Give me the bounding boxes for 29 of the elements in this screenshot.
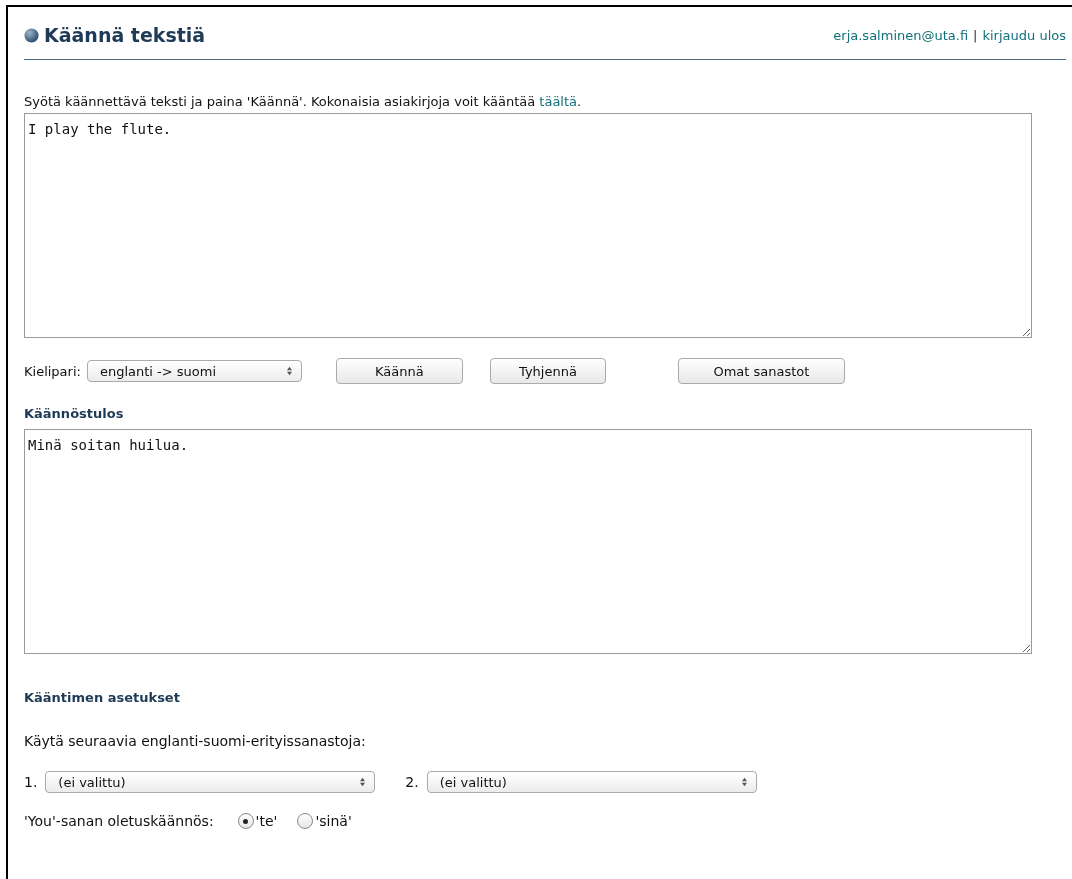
translate-button[interactable]: Käännä bbox=[335, 358, 463, 384]
logout-link[interactable]: kirjaudu ulos bbox=[982, 27, 1066, 43]
clear-button[interactable]: Tyhjennä bbox=[489, 358, 606, 384]
instruction-text: Syötä käännettävä teksti ja paina 'Käännä'. Kokonaisia asiakirjoja voit kääntää täältä. bbox=[24, 93, 583, 110]
radio-label: 'sinä' bbox=[315, 813, 352, 829]
up-down-arrows-icon bbox=[740, 777, 748, 787]
vocabulary-dropdown[interactable]: (ei valittu) bbox=[426, 771, 757, 793]
page-title: Käännä tekstiä bbox=[44, 24, 206, 46]
user-email-link[interactable]: erja.salminen@uta.fi bbox=[833, 27, 969, 43]
language-pair-dropdown[interactable]: englanti -> suomi bbox=[86, 360, 302, 382]
radio-label: 'te' bbox=[255, 813, 278, 829]
vocabularies-button[interactable]: Omat sanastot bbox=[677, 358, 845, 384]
you-translation-label: 'You'-sanan oletuskäännös: bbox=[24, 813, 214, 829]
separator-text: | bbox=[973, 27, 978, 43]
up-down-arrows-icon bbox=[359, 777, 367, 787]
settings-heading: Kääntimen asetukset bbox=[24, 690, 181, 705]
radio-button[interactable] bbox=[297, 813, 314, 829]
source-text-field[interactable]: I play the flute. bbox=[24, 113, 1032, 338]
vocabularies-text: Käytä seuraavia englanti-suomi-erityissanastoja: bbox=[24, 733, 367, 749]
vocabulary-number: 1. bbox=[24, 774, 38, 790]
up-down-arrows-icon bbox=[285, 366, 293, 376]
language-pair-label: Kielipari: bbox=[24, 363, 81, 379]
result-text-field[interactable]: Minä soitan huilua. bbox=[24, 429, 1032, 654]
here-link[interactable]: täältä bbox=[539, 94, 578, 109]
bullet-icon bbox=[24, 27, 39, 43]
vocabulary-number: 2. bbox=[405, 774, 419, 790]
vocabulary-dropdown[interactable]: (ei valittu) bbox=[45, 771, 376, 793]
result-heading: Käännöstulos bbox=[24, 406, 125, 421]
radio-button[interactable] bbox=[237, 813, 254, 829]
